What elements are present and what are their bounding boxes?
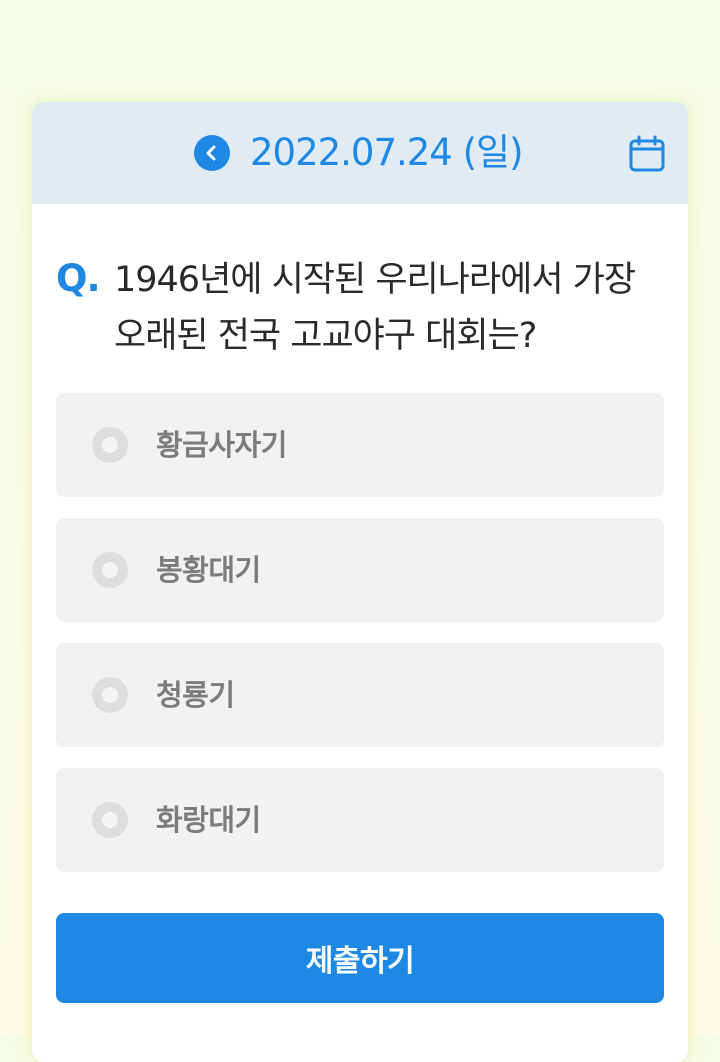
submit-button[interactable]: 제출하기 (56, 913, 664, 1003)
chevron-left-icon (206, 145, 216, 161)
current-date: 2022.07.24 (일) (250, 131, 524, 174)
question-marker: Q. (56, 257, 101, 300)
option-label: 황금사자기 (156, 428, 287, 462)
option-label: 봉황대기 (156, 553, 261, 587)
radio-button[interactable] (92, 802, 128, 838)
date-header: 2022.07.24 (일) (32, 102, 688, 204)
option-4[interactable]: 화랑대기 (56, 768, 664, 872)
calendar-icon (629, 135, 665, 172)
question: Q. 1946년에 시작된 우리나라에서 가장 오래된 전국 고교야구 대회는? (56, 252, 666, 364)
option-3[interactable]: 청룡기 (56, 643, 664, 747)
radio-button[interactable] (92, 677, 128, 713)
question-text: 1946년에 시작된 우리나라에서 가장 오래된 전국 고교야구 대회는? (114, 260, 636, 356)
option-label: 청룡기 (156, 678, 235, 712)
radio-button[interactable] (92, 427, 128, 463)
calendar-button[interactable] (628, 135, 666, 173)
radio-button[interactable] (92, 552, 128, 588)
previous-day-button[interactable] (194, 135, 230, 171)
option-1[interactable]: 황금사자기 (56, 393, 664, 497)
quiz-card: 2022.07.24 (일) Q. 1946년에 시작된 우리나라에서 가장 오… (32, 102, 688, 1062)
option-label: 화랑대기 (156, 803, 261, 837)
option-2[interactable]: 봉황대기 (56, 518, 664, 622)
